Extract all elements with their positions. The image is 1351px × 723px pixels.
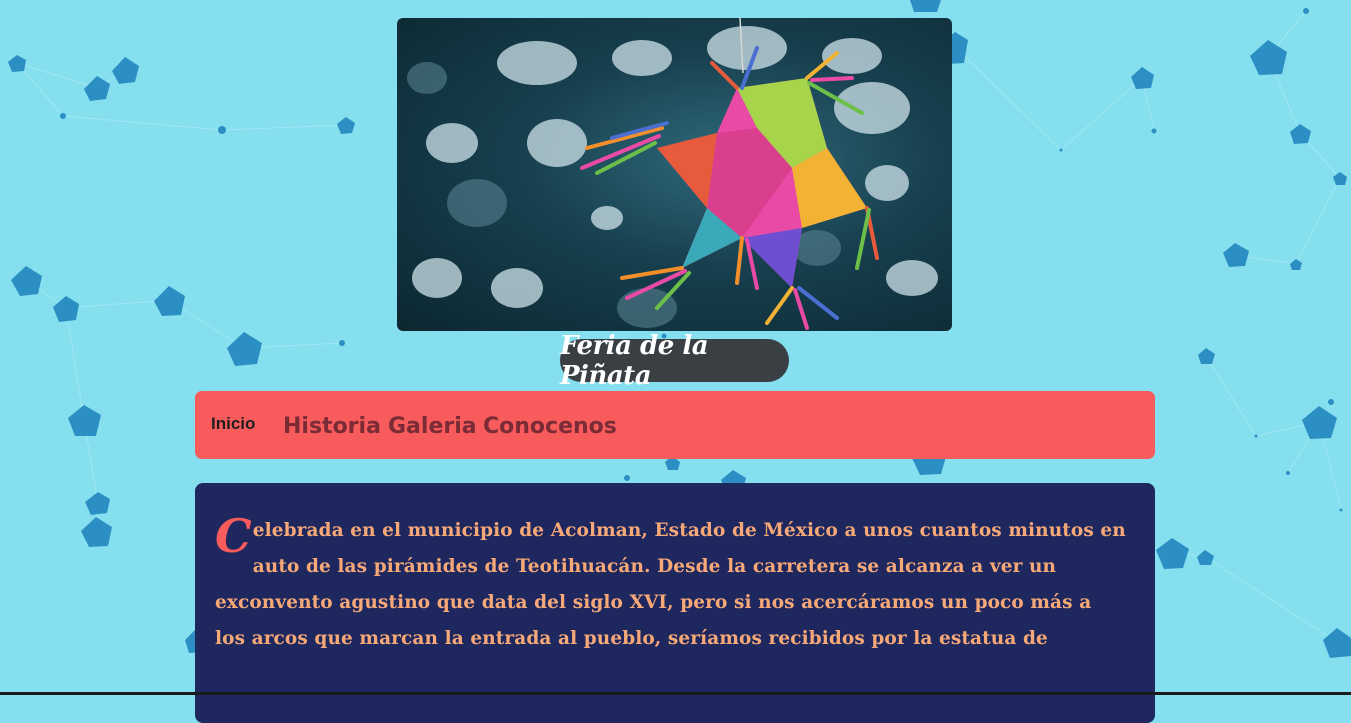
site-title: Feria de la Piñata: [560, 331, 789, 391]
hero-image: [397, 18, 952, 331]
article-text: elebrada en el municipio de Acolman, Est…: [215, 520, 1126, 649]
main-navbar: Inicio Historia Galeria Conocenos: [195, 391, 1155, 459]
nav-link-inicio[interactable]: Inicio: [211, 390, 255, 458]
article-paragraph: Celebrada en el municipio de Acolman, Es…: [215, 513, 1127, 657]
nav-link-galeria[interactable]: Galeria: [388, 392, 477, 460]
article-card: Celebrada en el municipio de Acolman, Es…: [195, 483, 1155, 723]
nav-link-historia[interactable]: Historia: [283, 392, 381, 460]
pinata-icon: [407, 18, 938, 330]
nav-link-conocenos[interactable]: Conocenos: [483, 392, 617, 460]
article-dropcap: C: [215, 509, 252, 563]
